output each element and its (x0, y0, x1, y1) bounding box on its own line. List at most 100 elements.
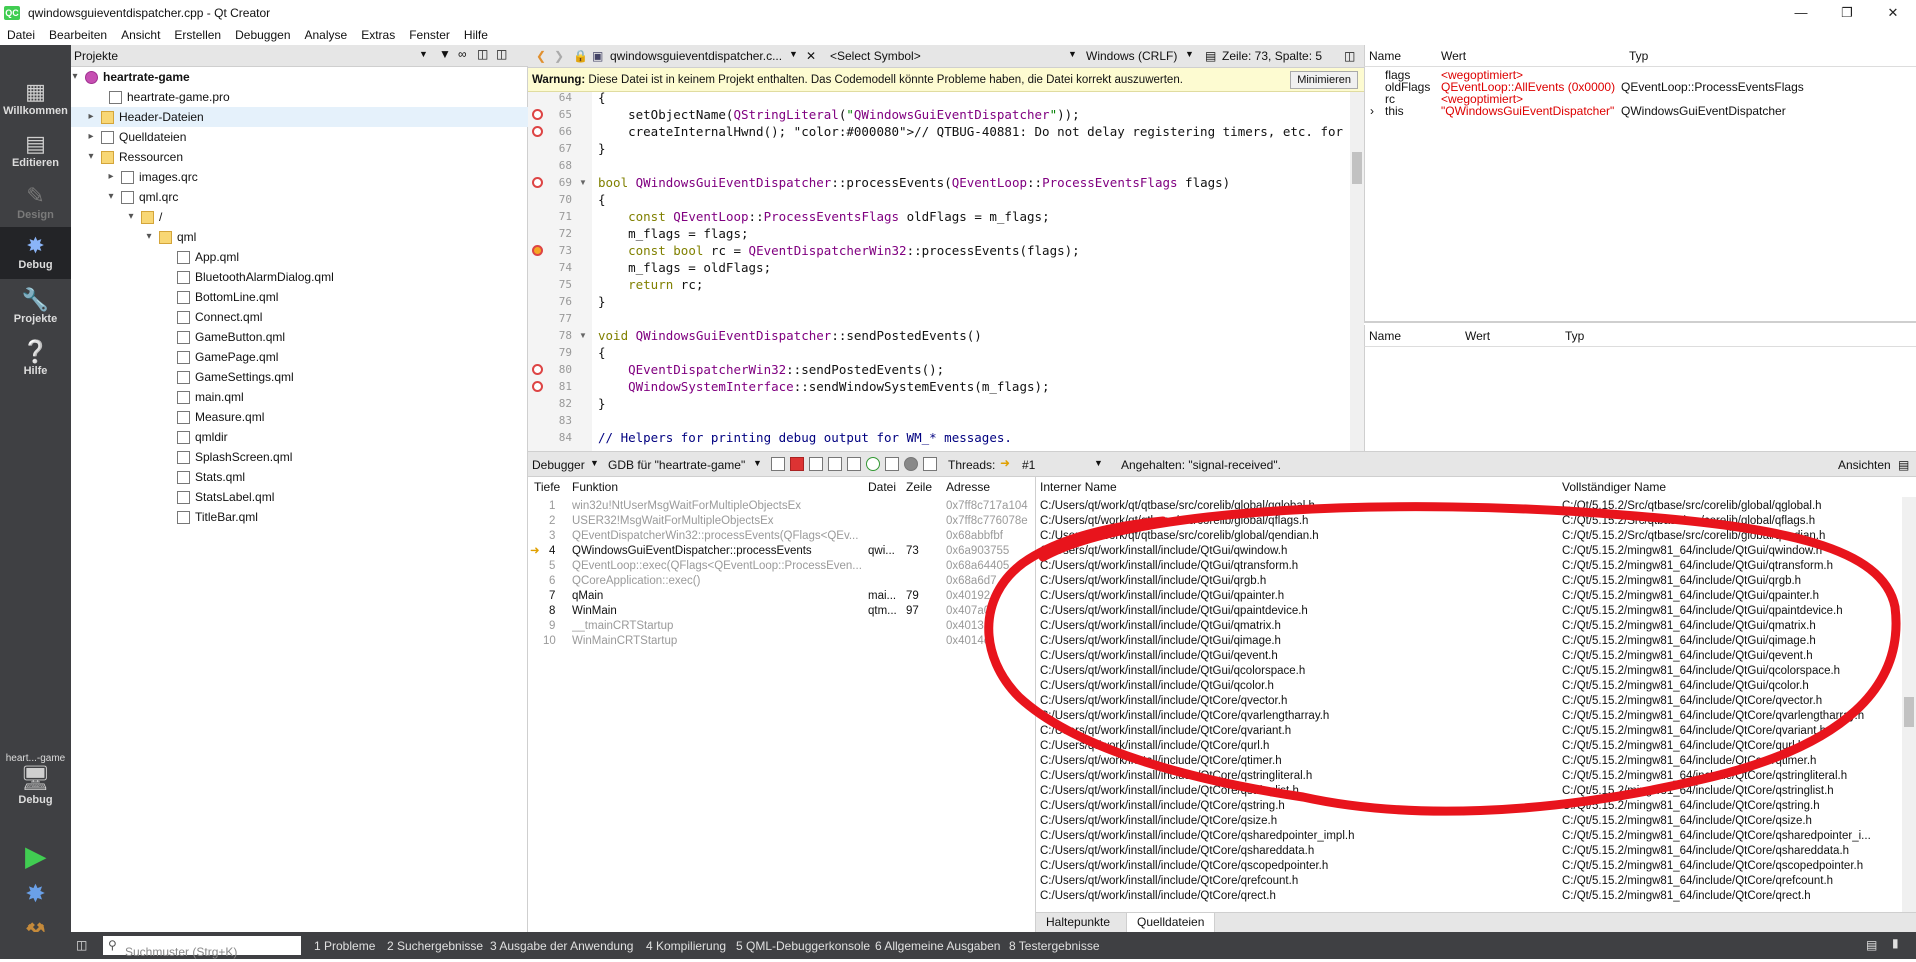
code-line[interactable]: 71 const QEventLoop::ProcessEventsFlags … (528, 208, 1364, 225)
stack-frame-row[interactable]: 5 QEventLoop::exec(QFlags<QEventLoop::Pro… (528, 559, 1036, 574)
col-value[interactable]: Wert (1465, 329, 1490, 343)
locals-row[interactable]: › this "QWindowsGuiEventDispatcher" QWindow… (1365, 104, 1916, 119)
source-file-row[interactable]: C:/Users/qt/work/install/include/QtGui/q… (1036, 589, 1900, 604)
locals-view[interactable]: flags <wegoptimiert> oldFlags QEventLoop::A… (1364, 67, 1916, 323)
col-name[interactable]: Name (1369, 329, 1401, 343)
col-type[interactable]: Typ (1629, 49, 1648, 63)
stack-frame-row[interactable]: 7 qMain mai... 79 0x40192 (528, 589, 1036, 604)
expand-arrow-icon[interactable]: ▾ (143, 227, 155, 247)
source-file-row[interactable]: C:/Users/qt/work/install/include/QtGui/q… (1036, 559, 1900, 574)
output-pane-button[interactable]: 3 Ausgabe der Anwendung (490, 939, 633, 953)
code-line[interactable]: 66 createInternalHwnd(); "color:#000080"… (528, 123, 1364, 140)
stack-view[interactable]: Tiefe Funktion Datei Zeile Adresse 1 win3… (528, 477, 1036, 932)
source-file-row[interactable]: C:/Users/qt/work/install/include/QtGui/q… (1036, 574, 1900, 589)
tree-item[interactable]: GameSettings.qml (71, 367, 528, 387)
tab-breakpoints[interactable]: Haltepunkte (1036, 913, 1120, 932)
tree-item[interactable]: GamePage.qml (71, 347, 528, 367)
code-line[interactable]: 81 QWindowSystemInterface::sendWindowSys… (528, 378, 1364, 395)
source-file-row[interactable]: C:/Users/qt/work/install/include/QtCore/… (1036, 844, 1900, 859)
continue-icon[interactable] (771, 457, 785, 471)
tree-item[interactable]: ▾ / (71, 207, 528, 227)
source-file-row[interactable]: C:/Users/qt/work/install/include/QtGui/q… (1036, 679, 1900, 694)
tree-item[interactable]: Measure.qml (71, 407, 528, 427)
source-file-row[interactable]: C:/Users/qt/work/install/include/QtCore/… (1036, 859, 1900, 874)
expand-arrow-icon[interactable]: ▾ (85, 147, 97, 167)
tree-item[interactable]: ▾ qml.qrc (71, 187, 528, 207)
forward-icon[interactable]: ❯ (554, 49, 564, 63)
menu-debuggen[interactable]: Debuggen (228, 25, 297, 45)
mode-help[interactable]: ❔ Hilfe (0, 339, 71, 377)
source-file-row[interactable]: C:/Users/qt/work/install/include/QtCore/… (1036, 799, 1900, 814)
code-line[interactable]: 70 { (528, 191, 1364, 208)
menu-bearbeiten[interactable]: Bearbeiten (42, 25, 114, 45)
source-file-row[interactable]: C:/Users/qt/work/install/include/QtGui/q… (1036, 664, 1900, 679)
project-tree[interactable]: ▾ heartrate-game heartrate-game.pro ▸ Header… (71, 67, 528, 932)
tree-item[interactable]: App.qml (71, 247, 528, 267)
mode-design[interactable]: ✎ Design (0, 183, 71, 221)
tree-item[interactable]: ▾ qml (71, 227, 528, 247)
cursor-position[interactable]: Zeile: 73, Spalte: 5 (1222, 49, 1322, 63)
source-file-row[interactable]: C:/Users/qt/work/install/include/QtCore/… (1036, 829, 1900, 844)
col-name[interactable]: Name (1369, 49, 1401, 63)
symbol-select[interactable]: <Select Symbol> (830, 49, 921, 63)
col-address[interactable]: Adresse (946, 477, 990, 497)
code-line[interactable]: 67} (528, 140, 1364, 157)
mode-edit[interactable]: ▤ Editieren (0, 131, 71, 169)
close-document-icon[interactable]: ✕ (806, 49, 816, 63)
code-line[interactable]: 65 setObjectName(QStringLiteral("QWindow… (528, 106, 1364, 123)
menu-extras[interactable]: Extras (354, 25, 402, 45)
code-line[interactable]: 68 (528, 157, 1364, 174)
fold-arrow-icon[interactable]: ▼ (579, 327, 587, 344)
debug-run-icon[interactable]: ✸ (0, 881, 71, 907)
stack-frame-row[interactable]: 6 QCoreApplication::exec() 0x68a6d7 (528, 574, 1036, 589)
stack-frame-row[interactable]: 2 USER32!MsgWaitForMultipleObjectsEx 0x7ff… (528, 514, 1036, 529)
split-icon[interactable]: ◫ (1344, 49, 1355, 63)
code-line[interactable]: 83 (528, 412, 1364, 429)
open-document-select[interactable]: qwindowsguieventdispatcher.c... (610, 49, 782, 63)
line-ending-select[interactable]: Windows (CRLF) (1086, 49, 1177, 63)
code-line[interactable]: 78 ▼ void QWindowsGuiEventDispatcher::send… (528, 327, 1364, 344)
tab-source-files[interactable]: Quelldateien (1126, 913, 1216, 932)
output-pane-button[interactable]: 8 Testergebnisse (1009, 939, 1100, 953)
tree-item[interactable]: Stats.qml (71, 467, 528, 487)
chevron-down-icon[interactable]: ▼ (1068, 49, 1077, 59)
source-file-row[interactable]: C:/Users/qt/work/install/include/QtGui/q… (1036, 649, 1900, 664)
mode-projects[interactable]: 🔧 Projekte (0, 287, 71, 325)
debugger-select[interactable]: Debugger (532, 458, 585, 472)
stack-frame-row[interactable]: 9 __tmainCRTStartup 0x4013 (528, 619, 1036, 634)
tree-item[interactable]: BluetoothAlarmDialog.qml (71, 267, 528, 287)
source-file-row[interactable]: C:/Users/qt/work/qt/qtbase/src/corelib/g… (1036, 499, 1900, 514)
output-pane-button[interactable]: 2 Suchergebnisse (387, 939, 483, 953)
code-line[interactable]: 64 { (528, 92, 1364, 106)
source-file-row[interactable]: C:/Users/qt/work/install/include/QtGui/q… (1036, 544, 1900, 559)
code-line[interactable]: 80 QEventDispatcherWin32::sendPostedEven… (528, 361, 1364, 378)
code-line[interactable]: 82} (528, 395, 1364, 412)
views-button[interactable]: Ansichten (1838, 458, 1891, 472)
code-line[interactable]: 77 (528, 310, 1364, 327)
source-file-row[interactable]: C:/Users/qt/work/install/include/QtGui/q… (1036, 604, 1900, 619)
col-file[interactable]: Datei (868, 477, 896, 497)
source-file-row[interactable]: C:/Users/qt/work/install/include/QtCore/… (1036, 739, 1900, 754)
col-internal-name[interactable]: Interner Name (1040, 477, 1117, 497)
fold-arrow-icon[interactable]: ▼ (579, 174, 587, 191)
col-depth[interactable]: Tiefe (534, 477, 560, 497)
expressions-view[interactable] (1364, 347, 1916, 451)
expand-arrow-icon[interactable]: ▾ (105, 187, 117, 207)
stop-icon[interactable] (790, 457, 804, 471)
code-line[interactable]: 79 { (528, 344, 1364, 361)
output-pane-button[interactable]: 1 Probleme (314, 939, 375, 953)
chevron-down-icon[interactable]: ▼ (753, 458, 762, 468)
stack-frame-row[interactable]: 1 win32u!NtUserMsgWaitForMultipleObjectsE… (528, 499, 1036, 514)
code-editor[interactable]: 64 {65 setObjectName(QStringLiteral("QWin… (528, 92, 1364, 451)
chevron-down-icon[interactable]: ▼ (789, 49, 798, 59)
source-file-row[interactable]: C:/Users/qt/work/install/include/QtCore/… (1036, 709, 1900, 724)
source-file-row[interactable]: C:/Users/qt/work/install/include/QtCore/… (1036, 874, 1900, 889)
collapse-arrow-icon[interactable]: ▸ (85, 127, 97, 147)
expand-arrow-icon[interactable]: ▾ (125, 207, 137, 227)
col-value[interactable]: Wert (1441, 49, 1466, 63)
menu-datei[interactable]: Datei (0, 25, 42, 45)
scrollbar-thumb[interactable] (1352, 152, 1362, 184)
source-file-row[interactable]: C:/Users/qt/work/install/include/QtGui/q… (1036, 619, 1900, 634)
menu-fenster[interactable]: Fenster (402, 25, 457, 45)
run-icon[interactable]: ▶ (0, 841, 71, 872)
